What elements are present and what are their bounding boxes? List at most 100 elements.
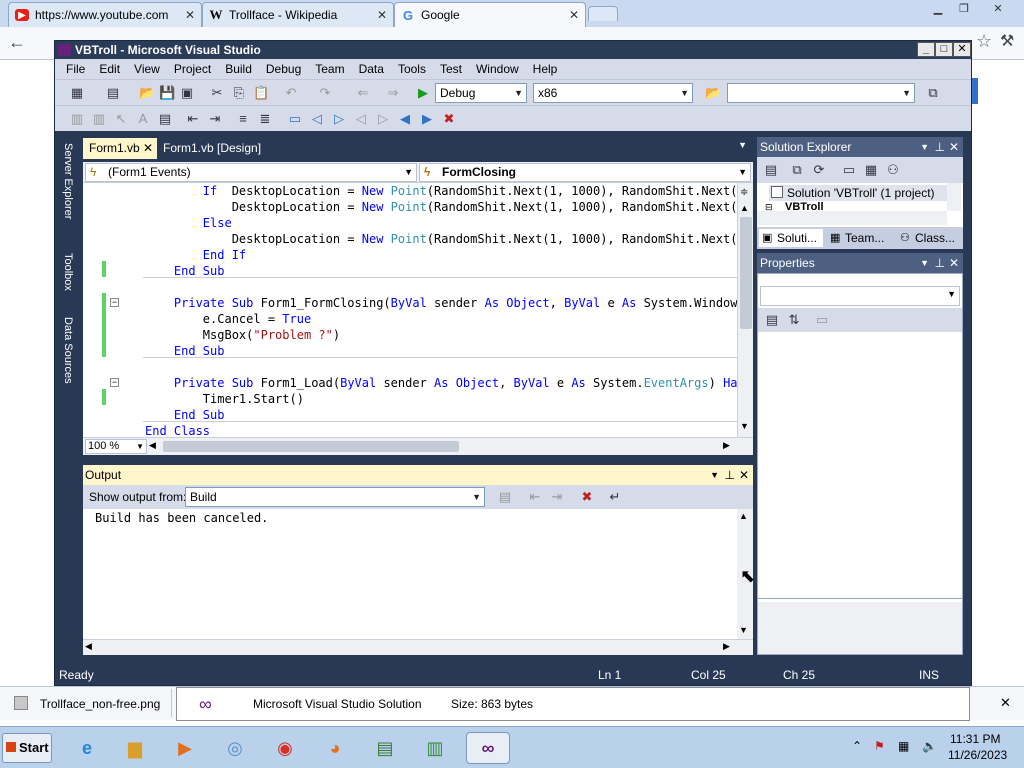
scroll-left-icon[interactable]: ◀ [149, 440, 156, 451]
start-debugging-icon[interactable]: ▶ [415, 85, 431, 101]
menu-tools[interactable]: Tools [391, 62, 433, 76]
zoom-combo[interactable]: 100 % ▼ [85, 439, 147, 454]
class-diagram-icon[interactable]: ⚇ [885, 162, 901, 178]
network-tool-icon[interactable]: ▤ [368, 732, 402, 764]
close-icon[interactable]: ✕ [949, 253, 959, 273]
view-code-icon[interactable]: ▭ [841, 162, 857, 178]
next-message-icon[interactable]: ⇥ [549, 489, 565, 505]
close-icon[interactable]: ✕ [569, 8, 579, 22]
close-button[interactable]: ✕ [953, 42, 971, 57]
save-all-icon[interactable]: ▣ [179, 85, 195, 101]
output-horizontal-scrollbar[interactable]: ◀ ▶ [83, 639, 753, 655]
menu-data[interactable]: Data [352, 62, 391, 76]
collapse-icon[interactable]: − [110, 298, 119, 307]
paste-icon[interactable]: 📋 [253, 85, 269, 101]
toolbox-tab[interactable]: Toolbox [58, 253, 74, 291]
menu-project[interactable]: Project [167, 62, 218, 76]
navigate-back-icon[interactable]: ⇐ [355, 85, 371, 101]
redo-icon[interactable]: ↷ [317, 85, 333, 101]
close-icon[interactable]: ✕ [377, 8, 387, 22]
back-arrow-icon[interactable]: ← [8, 32, 26, 53]
star-icon[interactable]: ☆ [976, 31, 992, 52]
chromium-icon[interactable]: ◎ [218, 732, 252, 764]
volume-icon[interactable]: 🔈 [922, 739, 937, 753]
property-pages-icon[interactable]: ▭ [814, 312, 830, 328]
maximize-button[interactable]: □ [935, 42, 953, 57]
word-wrap-icon[interactable]: ↵ [607, 489, 623, 505]
editor-vertical-scrollbar[interactable]: ≑ ▲ ▼ [737, 183, 753, 437]
scroll-right-icon[interactable]: ▶ [723, 440, 730, 451]
scroll-thumb[interactable] [740, 217, 752, 329]
previous-bookmark-icon[interactable]: ◁ [309, 111, 325, 127]
firefox-icon[interactable]: ◕ [318, 732, 352, 764]
close-icon[interactable]: ✕ [739, 465, 749, 485]
method-name-combo[interactable]: ϟ FormClosing ▼ [419, 163, 751, 182]
show-output-combo[interactable]: Build ▼ [185, 487, 485, 507]
pin-icon[interactable]: ⊥ [935, 253, 945, 273]
menu-window[interactable]: Window [469, 62, 526, 76]
scroll-left-icon[interactable]: ◀ [85, 641, 92, 652]
tab-form1-design[interactable]: Form1.vb [Design] [157, 138, 267, 159]
alphabetical-icon[interactable]: ⇅ [786, 312, 802, 328]
pin-icon[interactable]: ⊥ [935, 137, 945, 157]
file-explorer-icon[interactable]: ▆ [118, 732, 152, 764]
save-icon[interactable]: 💾 [159, 85, 175, 101]
new-tab-button[interactable] [588, 6, 618, 21]
chrome-icon[interactable]: ◉ [268, 732, 302, 764]
menu-test[interactable]: Test [433, 62, 469, 76]
menu-file[interactable]: File [59, 62, 92, 76]
increase-indent-icon[interactable]: ⇥ [207, 111, 223, 127]
minimize-icon[interactable]: ▁ [928, 2, 948, 16]
scroll-down-icon[interactable]: ▼ [739, 625, 748, 635]
solution-explorer-icon[interactable]: ⧉ [925, 85, 941, 101]
object-selector-combo[interactable]: ▼ [760, 286, 960, 306]
clock-time[interactable]: 11:31 PM [950, 732, 1000, 746]
restore-icon[interactable]: ❐ [954, 2, 974, 16]
split-icon[interactable]: ≑ [740, 187, 748, 198]
next-bookmark-icon[interactable]: ▷ [331, 111, 347, 127]
class-name-combo[interactable]: ϟ (Form1 Events) ▼ [85, 163, 417, 182]
scroll-up-icon[interactable]: ▲ [739, 511, 748, 521]
scroll-up-icon[interactable]: ▲ [740, 203, 749, 213]
undo-icon[interactable]: ↶ [283, 85, 299, 101]
new-project-icon[interactable]: ▦ [69, 85, 85, 101]
se-vertical-scrollbar[interactable] [947, 183, 961, 211]
visual-studio-taskbar-icon[interactable]: ∞ [466, 732, 510, 764]
chevron-up-icon[interactable]: ⌃ [852, 739, 862, 753]
collapse-icon[interactable]: − [110, 378, 119, 387]
categorized-icon[interactable]: ▤ [764, 312, 780, 328]
pin-icon[interactable]: ⊥ [725, 465, 735, 485]
action-center-icon[interactable]: ⚑ [874, 739, 885, 753]
close-icon[interactable]: ✕ [988, 2, 1008, 16]
media-player-icon[interactable]: ▶ [168, 732, 202, 764]
properties-icon[interactable]: ▤ [763, 162, 779, 178]
se-horizontal-scrollbar[interactable] [757, 211, 947, 225]
toolbar-icon[interactable]: ▷ [375, 111, 391, 127]
refresh-icon[interactable]: ⟳ [811, 162, 827, 178]
menu-help[interactable]: Help [526, 62, 565, 76]
clear-all-icon[interactable]: ✖ [579, 489, 595, 505]
browser-tab-youtube[interactable]: ▶ https://www.youtube.com ✕ [8, 2, 202, 27]
minimize-button[interactable]: _ [917, 42, 935, 57]
navigate-forward-icon[interactable]: ⇒ [385, 85, 401, 101]
add-item-icon[interactable]: ▤ [105, 85, 121, 101]
close-icon[interactable]: ✕ [1000, 695, 1011, 711]
tab-form1-vb[interactable]: Form1.vb ✕ [83, 138, 157, 159]
find-in-files-icon[interactable]: 📂 [705, 85, 721, 101]
toolbar-icon[interactable]: ↖ [113, 111, 129, 127]
scroll-thumb[interactable] [163, 441, 459, 452]
wrench-icon[interactable]: ⚒ [1000, 31, 1014, 51]
tab-team-explorer[interactable]: ▦ Team... [827, 229, 893, 247]
solution-platform-combo[interactable]: x86 ▼ [533, 83, 693, 103]
chevron-down-icon[interactable]: ▼ [738, 140, 747, 150]
browser-tab-google[interactable]: G Google ✕ [394, 2, 586, 27]
menu-build[interactable]: Build [218, 62, 259, 76]
menu-view[interactable]: View [127, 62, 167, 76]
close-icon[interactable]: ✕ [143, 138, 153, 158]
menu-team[interactable]: Team [308, 62, 351, 76]
toolbar-icon[interactable]: ◁ [353, 111, 369, 127]
toolbar-icon[interactable]: ▤ [157, 111, 173, 127]
server-explorer-tab[interactable]: Server Explorer [58, 143, 74, 219]
output-text-area[interactable]: Build has been canceled. [83, 509, 737, 639]
copy-icon[interactable]: ⎘ [231, 85, 247, 101]
